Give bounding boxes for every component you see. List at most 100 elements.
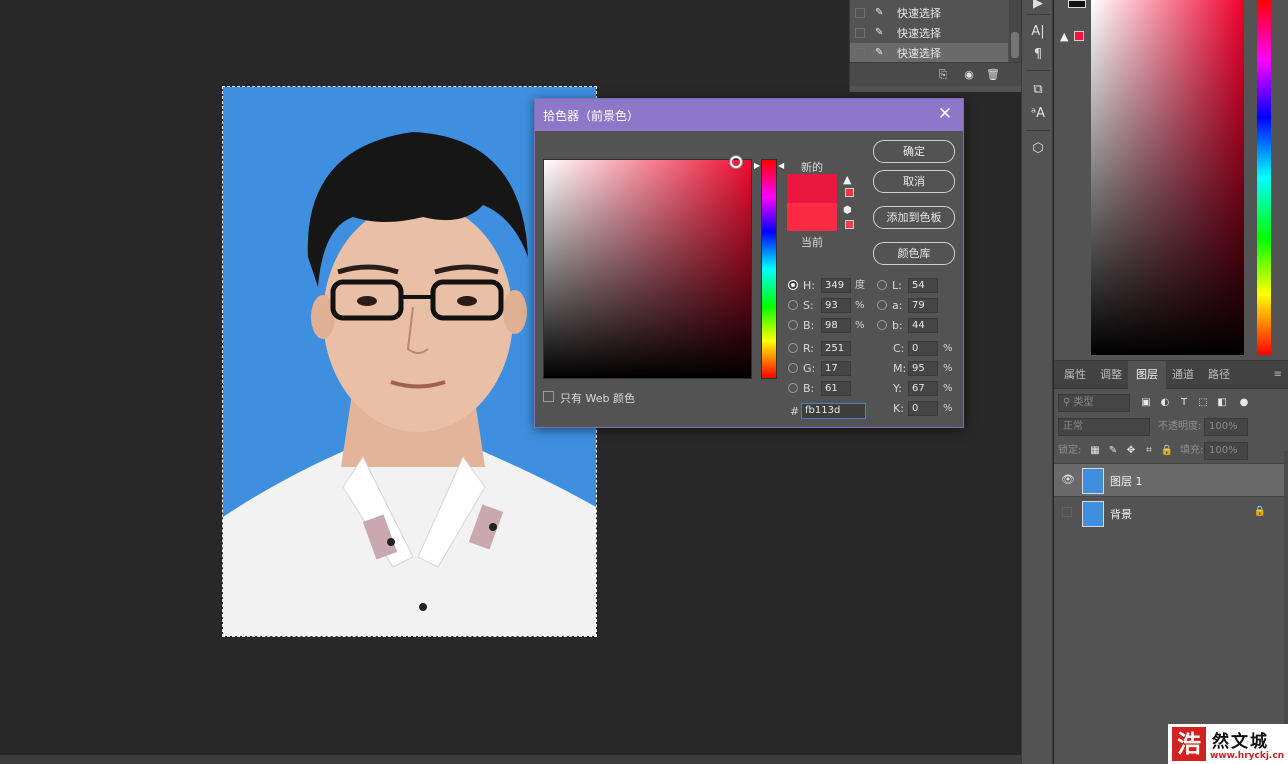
watermark-url: www.hryckj.cn xyxy=(1210,751,1285,761)
filter-shape-icon[interactable]: ⬚ xyxy=(1196,396,1210,410)
hue-slider[interactable] xyxy=(1257,0,1271,355)
filter-smart-object-icon[interactable]: ◧ xyxy=(1215,396,1229,410)
lock-row: 锁定: ▦ ✎ ✥ ⌗ 🔒 填充: 100% xyxy=(1054,439,1288,463)
clone-source-icon[interactable]: ⧉ xyxy=(1028,80,1048,100)
not-web-safe-icon[interactable]: ⬢ xyxy=(843,205,852,216)
brightness-label: B: xyxy=(803,319,815,332)
watermark-mark: 浩 xyxy=(1172,727,1206,761)
filter-adjustment-icon[interactable]: ◐ xyxy=(1158,396,1172,410)
saturation-input[interactable]: 93 xyxy=(821,298,851,313)
filter-type-icon[interactable]: T xyxy=(1177,396,1191,410)
history-scrollbar[interactable] xyxy=(1009,0,1021,62)
fill-input[interactable]: 100% xyxy=(1204,442,1248,460)
ok-button[interactable]: 确定 xyxy=(873,140,955,163)
web-colors-only-checkbox[interactable] xyxy=(543,391,554,402)
blend-mode-select[interactable]: 正常 xyxy=(1058,418,1150,436)
web-safe-color-swatch[interactable] xyxy=(845,220,854,229)
current-color-swatch[interactable] xyxy=(787,203,837,231)
new-document-from-state-icon[interactable]: ⎘ xyxy=(936,68,950,82)
hue-input[interactable]: 349 xyxy=(821,278,851,293)
history-source-checkbox[interactable] xyxy=(855,48,865,58)
close-icon[interactable]: ✕ xyxy=(935,104,955,124)
color-picker-cursor[interactable] xyxy=(730,156,742,168)
lock-image-icon[interactable]: ✎ xyxy=(1106,444,1120,458)
cyan-input[interactable]: 0 xyxy=(908,341,938,356)
layer-row-background[interactable]: 背景 🔒 xyxy=(1054,496,1288,529)
tab-channels[interactable]: 通道 xyxy=(1164,361,1202,389)
filter-toggle-icon[interactable]: ● xyxy=(1237,396,1251,410)
hue-radio[interactable] xyxy=(788,280,798,290)
layers-scrollbar[interactable] xyxy=(1284,451,1288,751)
blue-radio[interactable] xyxy=(788,383,798,393)
history-item-label: 快速选择 xyxy=(897,7,941,20)
tab-layers[interactable]: 图层 xyxy=(1128,361,1166,389)
foreground-chip[interactable] xyxy=(1068,0,1086,8)
color-libraries-button[interactable]: 颜色库 xyxy=(873,242,955,265)
lab-a-radio[interactable] xyxy=(877,300,887,310)
cancel-button[interactable]: 取消 xyxy=(873,170,955,193)
black-input[interactable]: 0 xyxy=(908,401,938,416)
cyan-field: C: 0 % xyxy=(893,341,957,356)
out-of-gamut-warning-icon[interactable]: ▲ xyxy=(843,173,851,186)
green-label: G: xyxy=(803,362,816,375)
lock-transparent-icon[interactable]: ▦ xyxy=(1088,444,1102,458)
lab-b-radio[interactable] xyxy=(877,320,887,330)
lock-all-icon[interactable]: 🔒 xyxy=(1160,444,1174,458)
gamut-swatch[interactable] xyxy=(1074,31,1084,41)
red-radio[interactable] xyxy=(788,343,798,353)
yellow-input[interactable]: 67 xyxy=(908,381,938,396)
3d-icon[interactable]: ⬡ xyxy=(1028,139,1048,159)
lab-b-input[interactable]: 44 xyxy=(908,318,938,333)
saturation-radio[interactable] xyxy=(788,300,798,310)
add-to-swatches-button[interactable]: 添加到色板 xyxy=(873,206,955,229)
saturation-field: S: 93 % xyxy=(788,298,868,313)
lock-icon: 🔒 xyxy=(1253,506,1266,517)
gamut-color-swatch[interactable] xyxy=(845,188,854,197)
paragraph-icon[interactable]: ¶ xyxy=(1028,45,1048,65)
hex-input[interactable]: fb113d xyxy=(801,403,866,419)
lock-artboard-icon[interactable]: ⌗ xyxy=(1142,444,1156,458)
tab-adjustments[interactable]: 调整 xyxy=(1092,361,1130,389)
gamut-warning-icon[interactable]: ▲ xyxy=(1060,30,1068,43)
history-item-selected[interactable]: ✎ 快速选择 xyxy=(850,43,1008,63)
brightness-input[interactable]: 98 xyxy=(821,318,851,333)
trash-icon[interactable]: 🗑 xyxy=(986,68,1000,82)
scrollbar-thumb[interactable] xyxy=(1011,32,1019,58)
play-icon[interactable]: ▶ xyxy=(1028,0,1048,14)
visibility-toggle[interactable] xyxy=(1062,507,1072,517)
snapshot-icon[interactable]: ◉ xyxy=(962,68,976,82)
red-input[interactable]: 251 xyxy=(821,341,851,356)
lock-position-icon[interactable]: ✥ xyxy=(1124,444,1138,458)
magenta-input[interactable]: 95 xyxy=(908,361,938,376)
visibility-eye-icon[interactable]: 👁 xyxy=(1061,474,1075,486)
layer-filter-select[interactable]: ⚲ 类型 xyxy=(1058,394,1130,412)
color-field[interactable] xyxy=(1091,0,1244,355)
blue-input[interactable]: 61 xyxy=(821,381,851,396)
filter-label: 类型 xyxy=(1073,397,1094,408)
tab-paths[interactable]: 路径 xyxy=(1200,361,1238,389)
green-radio[interactable] xyxy=(788,363,798,373)
lab-l-radio[interactable] xyxy=(877,280,887,290)
history-source-checkbox[interactable] xyxy=(855,8,865,18)
character-icon[interactable]: A| xyxy=(1028,22,1048,42)
saturation-brightness-field[interactable] xyxy=(543,159,752,379)
hue-unit: 度 xyxy=(855,280,865,291)
panel-menu-icon[interactable]: ≡ xyxy=(1274,369,1282,380)
quick-selection-icon: ✎ xyxy=(875,7,884,18)
glyphs-icon[interactable]: ᵃA xyxy=(1028,104,1048,124)
green-field: G: 17 xyxy=(788,361,858,376)
history-item[interactable]: ✎ 快速选择 xyxy=(850,23,1008,43)
lab-a-input[interactable]: 79 xyxy=(908,298,938,313)
filter-pixel-icon[interactable]: ▣ xyxy=(1139,396,1153,410)
opacity-input[interactable]: 100% xyxy=(1204,418,1248,436)
brightness-radio[interactable] xyxy=(788,320,798,330)
green-input[interactable]: 17 xyxy=(821,361,851,376)
black-field: K: 0 % xyxy=(893,401,957,416)
history-source-checkbox[interactable] xyxy=(855,28,865,38)
lab-l-input[interactable]: 54 xyxy=(908,278,938,293)
history-item[interactable]: ✎ 快速选择 xyxy=(850,3,1008,23)
hue-slider[interactable] xyxy=(761,159,777,379)
dialog-titlebar[interactable]: 拾色器（前景色） ✕ xyxy=(535,99,963,131)
layer-row-layer1[interactable]: 👁 图层 1 xyxy=(1054,463,1288,496)
tab-properties[interactable]: 属性 xyxy=(1056,361,1094,389)
